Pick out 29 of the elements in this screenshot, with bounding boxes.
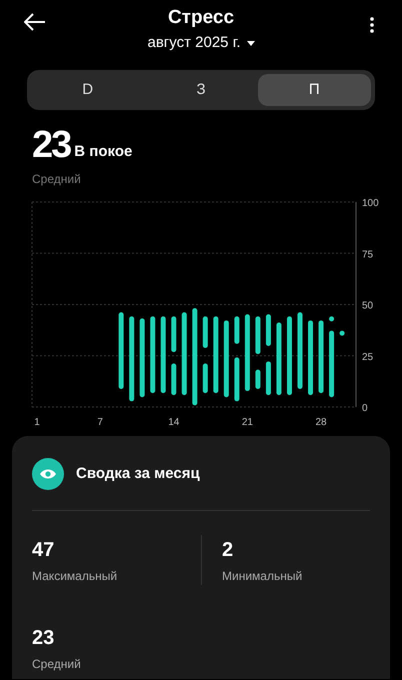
x-axis-label: 21 <box>242 417 253 428</box>
stat-value: 2 <box>222 538 234 563</box>
stress-value: 23 <box>32 126 70 164</box>
stat-value: 23 <box>32 626 56 651</box>
back-arrow-icon[interactable] <box>24 13 46 31</box>
period-tab[interactable]: П <box>258 74 371 106</box>
stress-status: В покое <box>74 142 132 162</box>
card-title: Сводка за месяц <box>76 464 200 484</box>
stress-caption: Средний <box>32 171 82 188</box>
stat-label: Средний <box>32 656 82 673</box>
more-options-icon[interactable] <box>370 17 374 33</box>
y-axis-label: 0 <box>362 403 368 414</box>
x-axis-label: 14 <box>168 417 180 428</box>
stat-value: 47 <box>32 538 56 563</box>
x-axis-label: 7 <box>97 417 103 428</box>
x-axis-label: 1 <box>34 417 40 428</box>
y-axis-label: 100 <box>362 198 379 209</box>
stat-label: Максимальный <box>32 568 118 585</box>
dropdown-caret-icon[interactable] <box>246 40 254 46</box>
stat-label: Минимальный <box>222 568 304 585</box>
month-selector[interactable]: август 2025 г. <box>148 34 240 52</box>
y-axis-label: 25 <box>362 352 374 363</box>
x-axis-label: 28 <box>315 417 327 428</box>
y-axis-label: 75 <box>362 249 374 260</box>
screen-title: Стресс <box>168 6 234 30</box>
period-tab[interactable]: З <box>144 74 258 106</box>
eye-icon <box>32 458 64 490</box>
period-tab[interactable]: D <box>31 74 144 106</box>
y-axis-label: 50 <box>362 300 374 312</box>
